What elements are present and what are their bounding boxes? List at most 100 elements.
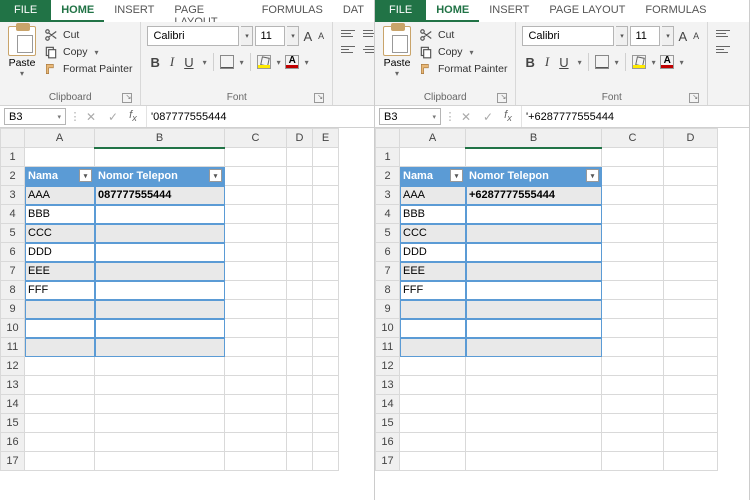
- cell[interactable]: Nama▾: [400, 167, 466, 186]
- cell[interactable]: [95, 376, 225, 395]
- cancel-icon[interactable]: ✕: [455, 106, 477, 127]
- row-header[interactable]: 4: [376, 205, 400, 224]
- cell[interactable]: [287, 300, 313, 319]
- cell[interactable]: [313, 205, 339, 224]
- cell[interactable]: [602, 224, 664, 243]
- cell[interactable]: [664, 300, 718, 319]
- cell[interactable]: [287, 186, 313, 205]
- cell[interactable]: [466, 281, 602, 300]
- cell[interactable]: [602, 205, 664, 224]
- format-painter-button[interactable]: Format Painter: [419, 62, 507, 76]
- filter-icon[interactable]: ▾: [209, 169, 222, 182]
- cell[interactable]: [287, 167, 313, 186]
- cell[interactable]: [602, 186, 664, 205]
- cell[interactable]: [25, 357, 95, 376]
- fill-color-icon[interactable]: [632, 55, 646, 69]
- cell[interactable]: [225, 357, 287, 376]
- row-header[interactable]: 12: [1, 357, 25, 376]
- row-header[interactable]: 1: [1, 148, 25, 167]
- cell[interactable]: [313, 262, 339, 281]
- dialog-launcher-icon[interactable]: [497, 93, 507, 103]
- cell[interactable]: [602, 243, 664, 262]
- row-header[interactable]: 15: [1, 414, 25, 433]
- cell[interactable]: [225, 262, 287, 281]
- cell[interactable]: [25, 395, 95, 414]
- cell[interactable]: [602, 300, 664, 319]
- chevron-down-icon[interactable]: ▾: [576, 58, 582, 67]
- tab-page-layout[interactable]: PAGE LAYOUT: [539, 0, 635, 22]
- column-header[interactable]: A: [25, 129, 95, 148]
- chevron-down-icon[interactable]: ▾: [20, 69, 24, 78]
- cell[interactable]: [287, 243, 313, 262]
- cell[interactable]: [313, 243, 339, 262]
- cell[interactable]: [466, 338, 602, 357]
- cell[interactable]: [664, 338, 718, 357]
- cell[interactable]: [466, 395, 602, 414]
- cell[interactable]: [225, 205, 287, 224]
- cell[interactable]: FFF: [25, 281, 95, 300]
- tab-formulas[interactable]: FORMULAS: [635, 0, 716, 22]
- cell[interactable]: [664, 243, 718, 262]
- cell[interactable]: [466, 205, 602, 224]
- column-header[interactable]: D: [664, 129, 718, 148]
- format-painter-button[interactable]: Format Painter: [44, 62, 132, 76]
- cell[interactable]: [95, 224, 225, 243]
- fx-icon[interactable]: fx: [124, 106, 146, 127]
- column-header[interactable]: C: [602, 129, 664, 148]
- align-top-icon[interactable]: [716, 28, 734, 40]
- italic-button[interactable]: I: [542, 52, 552, 72]
- chevron-down-icon[interactable]: ▾: [241, 26, 253, 46]
- cell[interactable]: [225, 338, 287, 357]
- align-center-icon[interactable]: [363, 44, 375, 56]
- filter-icon[interactable]: ▾: [79, 169, 92, 182]
- chevron-down-icon[interactable]: ▾: [468, 48, 474, 57]
- cell[interactable]: [664, 167, 718, 186]
- cell[interactable]: [95, 281, 225, 300]
- cell[interactable]: [400, 148, 466, 167]
- column-header[interactable]: A: [400, 129, 466, 148]
- cell[interactable]: [400, 433, 466, 452]
- underline-button[interactable]: U: [556, 53, 571, 72]
- cell[interactable]: Nomor Telepon▾: [466, 167, 602, 186]
- enter-icon[interactable]: ✓: [477, 106, 499, 127]
- cell[interactable]: [664, 205, 718, 224]
- cell[interactable]: [313, 148, 339, 167]
- row-header[interactable]: 4: [1, 205, 25, 224]
- row-header[interactable]: 16: [1, 433, 25, 452]
- filter-icon[interactable]: ▾: [586, 169, 599, 182]
- paste-button[interactable]: Paste ▾: [6, 24, 38, 78]
- cell[interactable]: [400, 357, 466, 376]
- chevron-down-icon[interactable]: ▾: [616, 26, 628, 46]
- cell[interactable]: AAA: [400, 186, 466, 205]
- align-left-icon[interactable]: [341, 44, 359, 56]
- tab-insert[interactable]: INSERT: [479, 0, 539, 22]
- cell[interactable]: EEE: [25, 262, 95, 281]
- cell[interactable]: [25, 300, 95, 319]
- row-header[interactable]: 6: [1, 243, 25, 262]
- cell[interactable]: [225, 376, 287, 395]
- cell[interactable]: DDD: [400, 243, 466, 262]
- cell[interactable]: [225, 300, 287, 319]
- chevron-down-icon[interactable]: ▾: [57, 113, 61, 121]
- cell[interactable]: [225, 414, 287, 433]
- cell[interactable]: [95, 338, 225, 357]
- chevron-down-icon[interactable]: ▾: [678, 58, 684, 67]
- cell[interactable]: [287, 414, 313, 433]
- cell[interactable]: [664, 376, 718, 395]
- cell[interactable]: [225, 433, 287, 452]
- row-header[interactable]: 11: [376, 338, 400, 357]
- cell[interactable]: [602, 167, 664, 186]
- filter-icon[interactable]: ▾: [450, 169, 463, 182]
- cell[interactable]: [313, 167, 339, 186]
- cell[interactable]: [95, 433, 225, 452]
- tab-insert[interactable]: INSERT: [104, 0, 164, 22]
- row-header[interactable]: 14: [376, 395, 400, 414]
- cell[interactable]: [466, 224, 602, 243]
- cell[interactable]: [602, 148, 664, 167]
- name-box[interactable]: B3▾: [4, 108, 66, 125]
- align-top-icon[interactable]: [341, 28, 359, 40]
- fill-color-icon[interactable]: [257, 55, 271, 69]
- cell[interactable]: [602, 357, 664, 376]
- tab-file[interactable]: FILE: [0, 0, 51, 22]
- cell[interactable]: [287, 433, 313, 452]
